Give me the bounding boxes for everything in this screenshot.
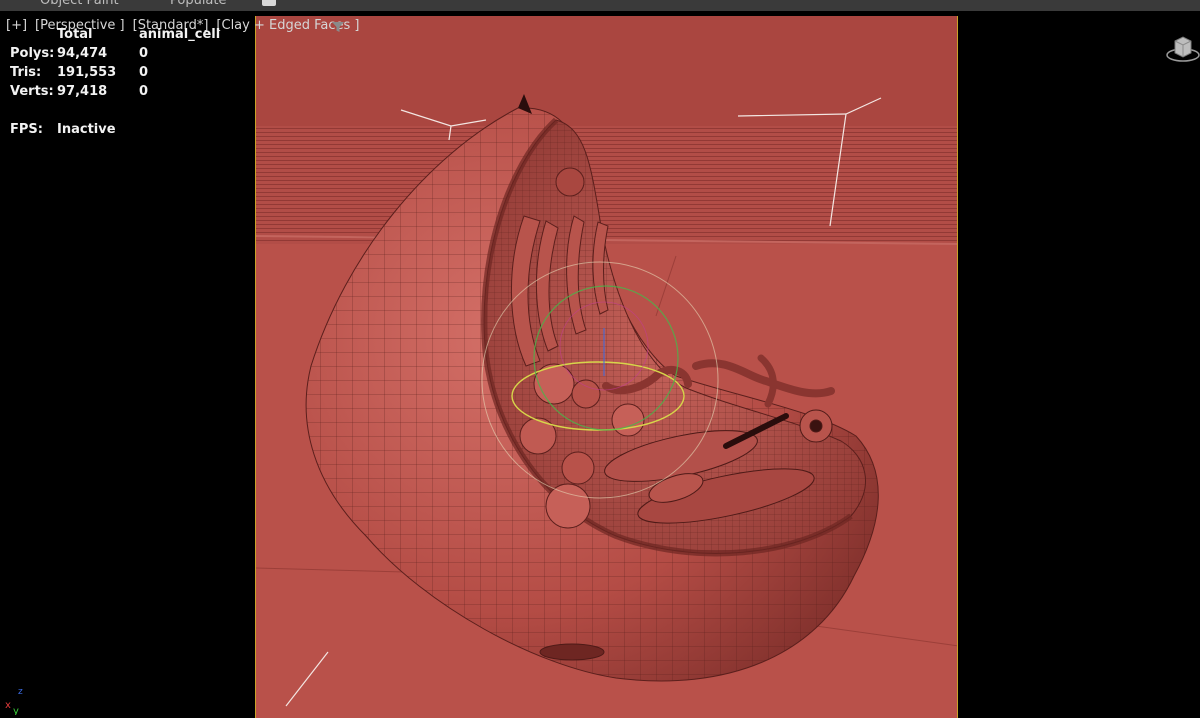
stats-fps-label: FPS: [10, 122, 43, 137]
viewport-plus-menu[interactable]: [+] [6, 18, 27, 33]
safe-frame [255, 16, 958, 718]
stats-fps-value: Inactive [57, 122, 116, 137]
filter-icon[interactable] [332, 22, 344, 32]
axis-z-label: z [18, 687, 23, 697]
ribbon-strip: Object Paint Populate [0, 0, 1200, 11]
axis-x-label: x [5, 700, 11, 711]
axis-tripod-icon: z x y [5, 687, 23, 715]
ribbon-tab-object-paint[interactable]: Object Paint [40, 0, 119, 8]
ribbon-tab-populate[interactable]: Populate [170, 0, 227, 8]
ribbon-toggle-icon[interactable] [262, 0, 276, 6]
viewcube-icon[interactable] [1166, 33, 1200, 63]
stats-header-total: Total [57, 27, 93, 42]
stats-object: 0 [139, 84, 149, 99]
perspective-viewport[interactable]: [+] [Perspective ] [Standard*] [Clay + Edge… [0, 11, 1200, 718]
stats-total: 94,474 [57, 46, 108, 61]
stats-object: 0 [139, 46, 149, 61]
stats-header-object: animal_cell [139, 27, 221, 42]
stats-object: 0 [139, 65, 149, 80]
max-application: Object Paint Populate [+] [Perspective]… [0, 0, 1200, 718]
scene-render[interactable] [256, 16, 958, 718]
stats-label: Polys: [10, 46, 55, 61]
stats-label: Verts: [10, 84, 54, 99]
stats-total: 97,418 [57, 84, 108, 99]
stats-total: 191,553 [57, 65, 117, 80]
stats-label: Tris: [10, 65, 42, 80]
axis-y-label: y [13, 706, 19, 715]
